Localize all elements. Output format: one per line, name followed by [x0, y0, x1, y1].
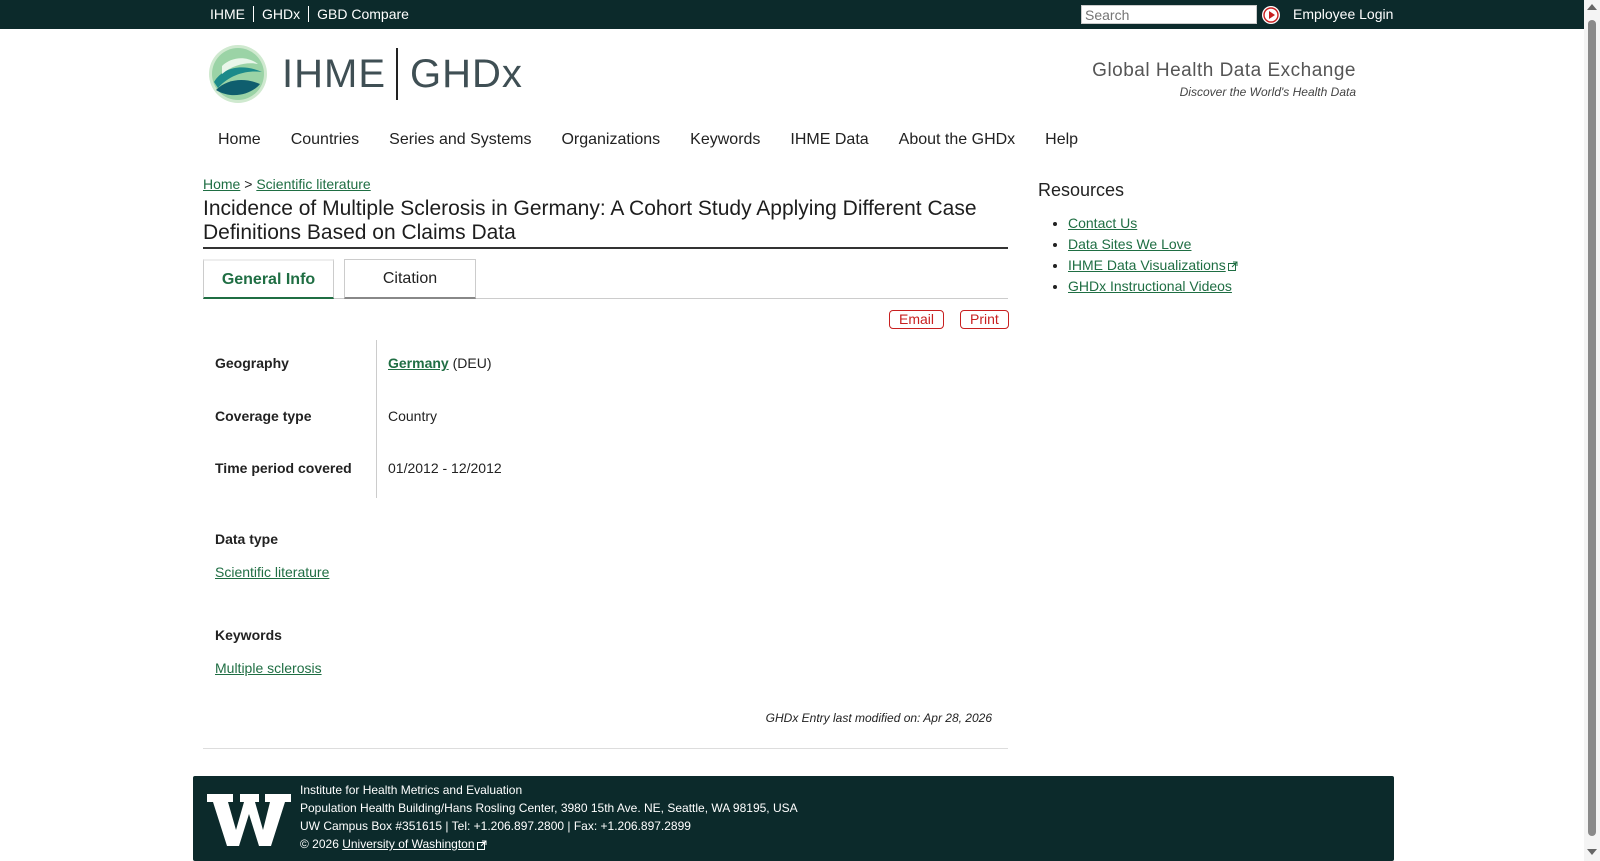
resources-title: Resources: [1038, 180, 1125, 200]
play-arrow-icon: [1263, 7, 1279, 23]
footer-institute: Institute for Health Metrics and Evaluat…: [300, 783, 523, 797]
breadcrumb-separator: >: [244, 176, 253, 192]
search-input[interactable]: [1081, 5, 1257, 24]
footer-copyright: © 2026 University of Washington: [300, 837, 487, 851]
resource-ihme-visualizations[interactable]: IHME Data Visualizations: [1068, 257, 1226, 273]
brand-ghdx: GHDx: [410, 52, 523, 96]
top-bar: IHME GHDx GBD Compare Employee Login: [0, 0, 1584, 29]
breadcrumb-home[interactable]: Home: [203, 176, 240, 192]
title-divider: [203, 247, 1008, 249]
brand-ihme: IHME: [282, 52, 386, 96]
page-title: Incidence of Multiple Sclerosis in Germa…: [203, 197, 977, 244]
list-item: GHDx Instructional Videos: [1068, 276, 1238, 297]
external-link-icon: [476, 840, 486, 850]
top-links: IHME GHDx GBD Compare: [202, 6, 417, 22]
time-period-value: 01/2012 - 12/2012: [388, 460, 502, 476]
time-period-label: Time period covered: [215, 460, 352, 476]
resource-instructional-videos[interactable]: GHDx Instructional Videos: [1068, 278, 1232, 294]
breadcrumb: Home > Scientific literature: [203, 176, 371, 192]
page-scrollbar[interactable]: [1584, 0, 1600, 861]
coverage-type-label: Coverage type: [215, 408, 312, 424]
scroll-up-arrow-icon[interactable]: [1587, 4, 1597, 10]
footer-contact: UW Campus Box #351615 | Tel: +1.206.897.…: [300, 819, 691, 833]
nav-organizations[interactable]: Organizations: [546, 131, 675, 149]
geography-link[interactable]: Germany: [388, 355, 449, 371]
nav-ihme-data[interactable]: IHME Data: [775, 131, 883, 149]
tab-general-info[interactable]: General Info: [203, 259, 334, 299]
nav-series-and-systems[interactable]: Series and Systems: [374, 131, 546, 149]
top-link-ghdx[interactable]: GHDx: [254, 6, 310, 22]
geography-code: (DEU): [452, 355, 492, 371]
print-button[interactable]: Print: [960, 310, 1009, 329]
resource-contact-us[interactable]: Contact Us: [1068, 215, 1137, 231]
nav-help[interactable]: Help: [1030, 131, 1093, 149]
list-item: IHME Data Visualizations: [1068, 255, 1238, 276]
resources-list: Contact Us Data Sites We Love IHME Data …: [1038, 213, 1238, 297]
page: IHME GHDx GBD Compare Employee Login IHM…: [0, 0, 1584, 861]
resource-data-sites[interactable]: Data Sites We Love: [1068, 236, 1191, 252]
top-link-gbd-compare[interactable]: GBD Compare: [309, 6, 417, 22]
uw-logo-icon[interactable]: [207, 790, 291, 848]
footer-address: Population Health Building/Hans Rosling …: [300, 801, 798, 815]
ihme-logo-icon[interactable]: [208, 44, 268, 104]
nav-about-ghdx[interactable]: About the GHDx: [884, 131, 1031, 149]
email-button[interactable]: Email: [889, 310, 945, 329]
footer: Institute for Health Metrics and Evaluat…: [193, 776, 1394, 861]
uw-link[interactable]: University of Washington: [342, 837, 474, 851]
employee-login-link[interactable]: Employee Login: [1293, 6, 1393, 22]
main-nav: Home Countries Series and Systems Organi…: [203, 131, 1093, 149]
search-go-button[interactable]: [1262, 6, 1280, 24]
scrollbar-thumb[interactable]: [1588, 20, 1596, 836]
geography-label: Geography: [215, 355, 289, 371]
subtagline: Discover the World's Health Data: [1179, 85, 1356, 99]
nav-countries[interactable]: Countries: [276, 131, 374, 149]
data-type-label: Data type: [215, 531, 279, 547]
geography-value: Germany (DEU): [388, 355, 491, 371]
field-divider: [376, 340, 377, 498]
coverage-type-value: Country: [388, 408, 438, 424]
scroll-down-arrow-icon[interactable]: [1587, 849, 1597, 855]
keyword-link[interactable]: Multiple sclerosis: [215, 660, 322, 676]
list-item: Data Sites We Love: [1068, 234, 1238, 255]
list-item: Contact Us: [1068, 213, 1238, 234]
external-link-icon: [1227, 261, 1238, 272]
brand-divider: [396, 48, 398, 100]
breadcrumb-section[interactable]: Scientific literature: [256, 176, 370, 192]
top-link-ihme[interactable]: IHME: [202, 6, 254, 22]
tagline: Global Health Data Exchange: [1092, 60, 1356, 81]
nav-home[interactable]: Home: [203, 131, 276, 149]
keywords-label: Keywords: [215, 627, 282, 643]
data-type-link[interactable]: Scientific literature: [215, 564, 329, 580]
content-divider: [203, 748, 1008, 749]
nav-keywords[interactable]: Keywords: [675, 131, 775, 149]
copyright-text: © 2026: [300, 837, 339, 851]
last-modified: GHDx Entry last modified on: Apr 28, 202…: [765, 711, 992, 725]
tab-citation[interactable]: Citation: [344, 259, 476, 299]
